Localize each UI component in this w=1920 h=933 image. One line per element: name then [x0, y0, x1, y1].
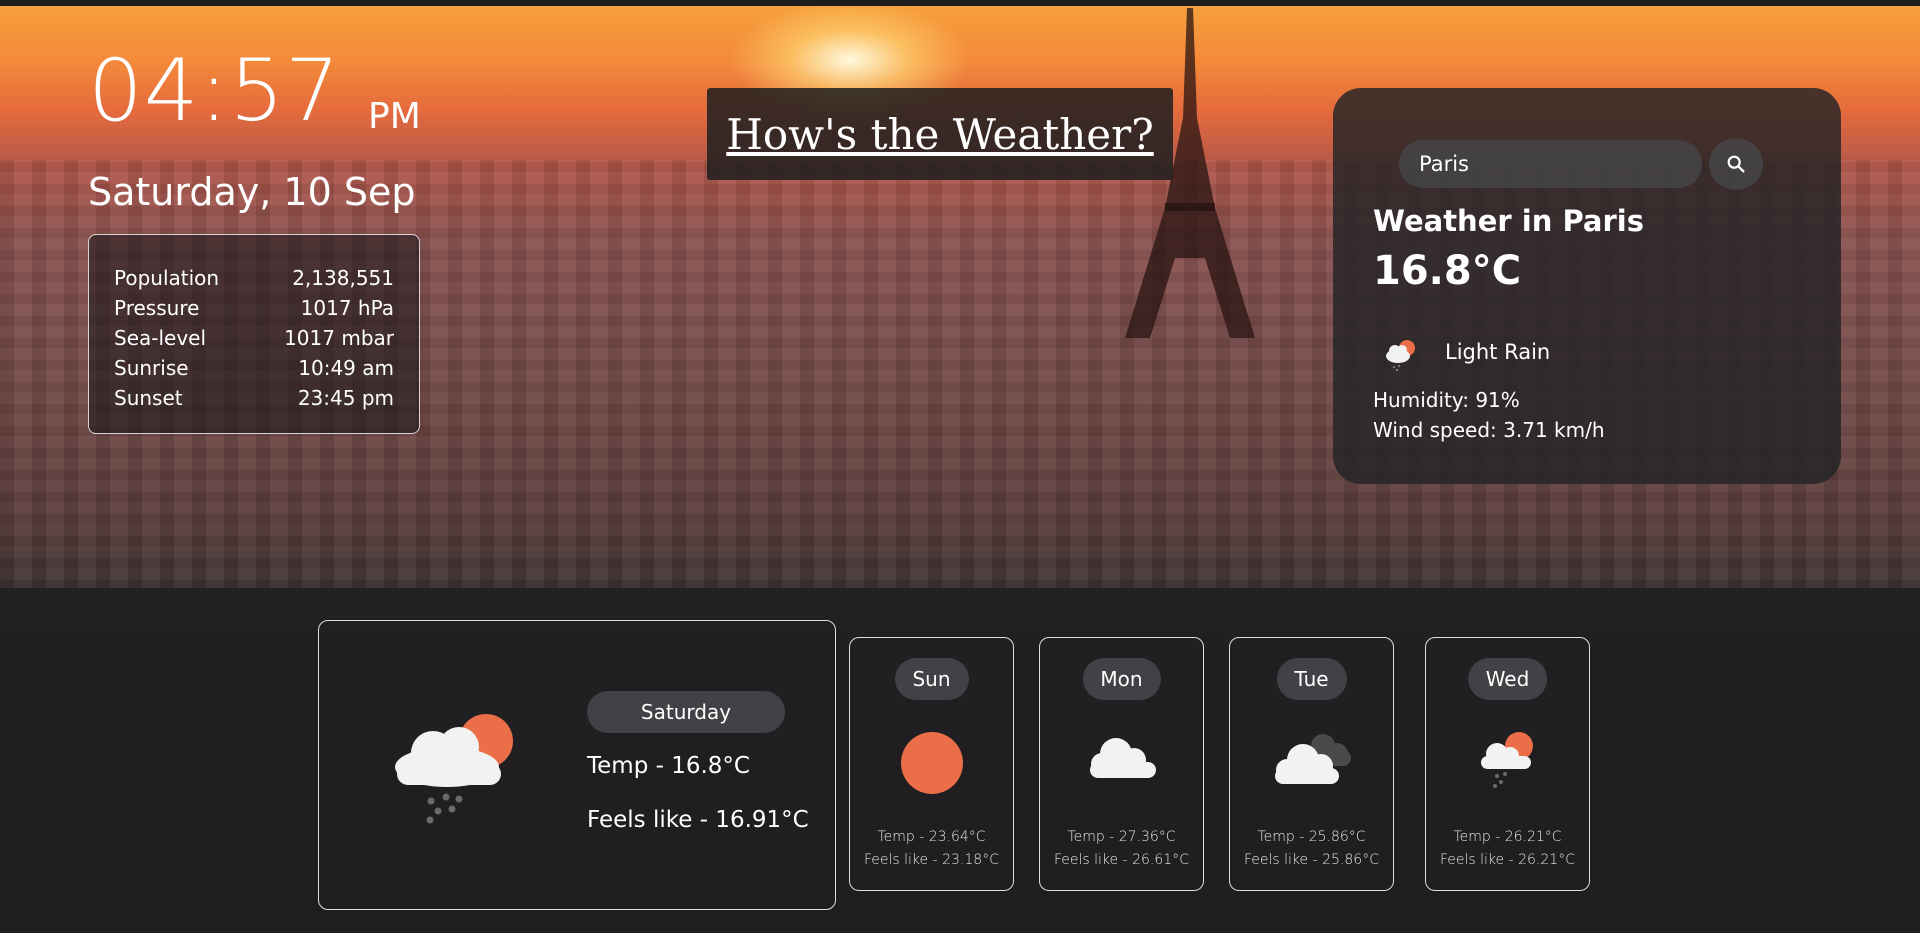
forecast-day-label: Wed — [1467, 658, 1548, 700]
city-search-input[interactable] — [1399, 140, 1702, 188]
weather-location-title: Weather in Paris — [1373, 204, 1644, 238]
forecast-temp: Temp - 23.64°C — [877, 829, 986, 845]
info-label: Sunset — [114, 386, 183, 410]
page-title: How's the Weather? — [726, 109, 1154, 159]
search-icon — [1727, 155, 1745, 173]
today-feels-like: Feels like - 16.91°C — [587, 807, 809, 833]
forecast-stats: Temp - 27.36°C Feels like - 26.61°C — [1040, 826, 1203, 872]
info-label: Population — [114, 266, 220, 290]
clock-time: 04:57 — [88, 41, 341, 141]
info-label: Sea-level — [114, 326, 207, 350]
current-date: Saturday, 10 Sep — [88, 170, 416, 214]
light-rain-icon — [1386, 340, 1415, 372]
forecast-card-sun: Sun Temp - 23.64°C Feels like - 23.18°C — [849, 637, 1014, 891]
forecast-temp: Temp - 26.21°C — [1453, 829, 1562, 845]
cloud-icon — [1089, 738, 1156, 778]
wind-speed-text: Wind speed: 3.71 km/h — [1373, 418, 1605, 442]
info-row-sunrise: Sunrise 10:49 am — [114, 353, 394, 383]
top-bar — [0, 0, 1920, 6]
forecast-stats: Temp - 23.64°C Feels like - 23.18°C — [850, 826, 1013, 872]
search-button[interactable] — [1709, 138, 1763, 190]
broken-clouds-icon — [1274, 734, 1351, 784]
today-temp: Temp - 16.8°C — [587, 753, 750, 779]
info-label: Pressure — [114, 296, 200, 320]
forecast-card-mon: Mon Temp - 27.36°C Feels like - 26.61°C — [1039, 637, 1204, 891]
forecast-feels-like: Feels like - 26.21°C — [1440, 852, 1575, 868]
forecast-card-wed: Wed Temp - 26.21°C Feels like - 26.21°C — [1425, 637, 1590, 891]
info-row-population: Population 2,138,551 — [114, 263, 394, 293]
info-value: 23:45 pm — [297, 386, 394, 410]
forecast-feels-like: Feels like - 25.86°C — [1244, 852, 1379, 868]
forecast-day-label: Mon — [1082, 658, 1161, 700]
forecast-feels-like: Feels like - 26.61°C — [1054, 852, 1189, 868]
forecast-temp: Temp - 27.36°C — [1067, 829, 1176, 845]
info-row-sea-level: Sea-level 1017 mbar — [114, 323, 394, 353]
sun-icon — [900, 732, 963, 794]
today-forecast-card: Saturday Temp - 16.8°C Feels like - 16.9… — [318, 620, 836, 910]
page-title-box: How's the Weather? — [707, 88, 1173, 180]
forecast-stats: Temp - 25.86°C Feels like - 25.86°C — [1230, 826, 1393, 872]
info-row-pressure: Pressure 1017 hPa — [114, 293, 394, 323]
current-temperature: 16.8°C — [1373, 248, 1522, 294]
clock: 04:57 PM — [88, 41, 421, 141]
info-value: 2,138,551 — [292, 266, 394, 290]
info-row-sunset: Sunset 23:45 pm — [114, 383, 394, 413]
light-rain-icon — [1480, 732, 1533, 788]
forecast-temp: Temp - 25.86°C — [1257, 829, 1366, 845]
forecast-day-label: Sun — [894, 658, 969, 700]
city-info-card: Population 2,138,551 Pressure 1017 hPa S… — [88, 234, 420, 434]
info-label: Sunrise — [114, 356, 189, 380]
info-value: 1017 hPa — [300, 296, 394, 320]
humidity-text: Humidity: 91% — [1373, 388, 1520, 412]
light-rain-icon — [395, 714, 513, 824]
clock-ampm: PM — [368, 96, 421, 137]
info-value: 10:49 am — [298, 356, 394, 380]
today-day-label: Saturday — [587, 691, 785, 733]
current-weather-card: Weather in Paris 16.8°C Light Rain Humid… — [1333, 88, 1841, 484]
info-value: 1017 mbar — [284, 326, 394, 350]
forecast-day-label: Tue — [1276, 658, 1347, 700]
forecast-card-tue: Tue Temp - 25.86°C Feels like - 25.86°C — [1229, 637, 1394, 891]
weather-description: Light Rain — [1445, 340, 1551, 364]
forecast-feels-like: Feels like - 23.18°C — [864, 852, 999, 868]
forecast-stats: Temp - 26.21°C Feels like - 26.21°C — [1426, 826, 1589, 872]
